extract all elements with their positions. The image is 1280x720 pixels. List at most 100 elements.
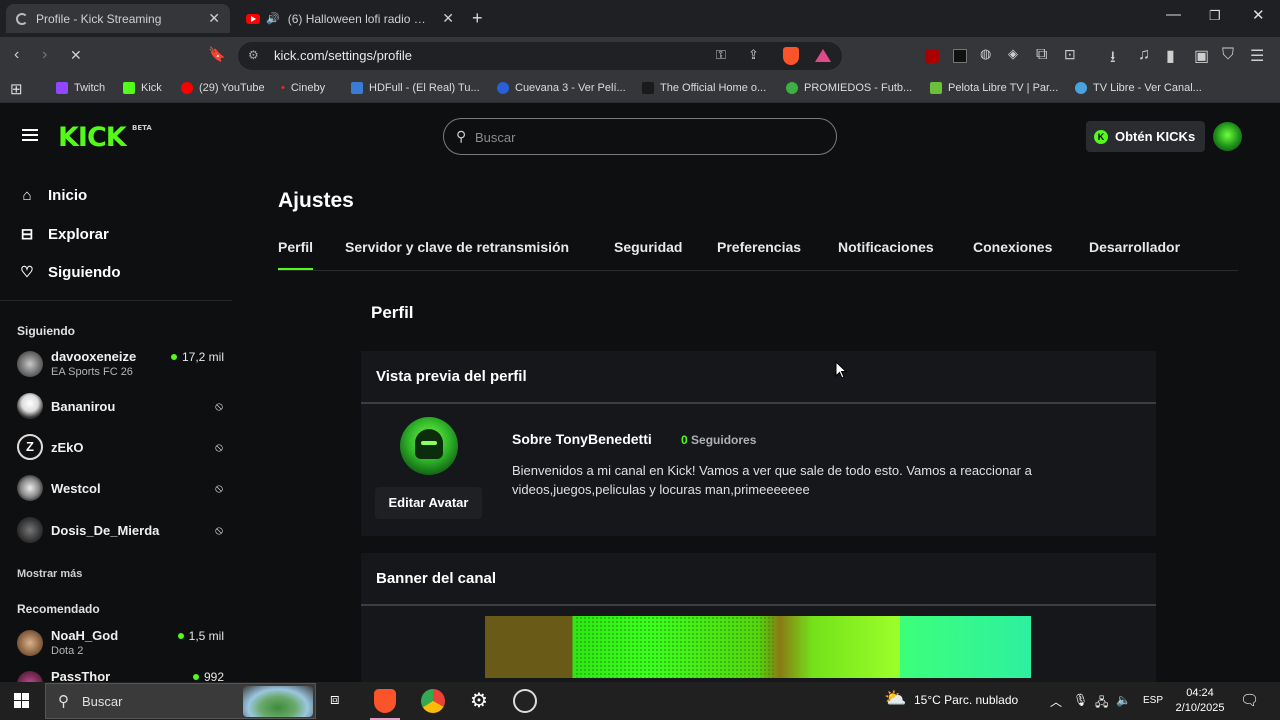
url-text[interactable]: kick.com/settings/profile [274,48,412,63]
tab-security[interactable]: Seguridad [614,239,682,255]
official-home-icon [642,82,654,94]
key-icon[interactable]: ⚿ [716,47,726,63]
sidebar-item-explorar[interactable]: ⊟ Explorar [18,225,109,244]
profile-preview-card: Vista previa del perfil Editar Avatar So… [361,351,1156,536]
viewer-count: 1,5 mil [177,629,224,643]
restore-icon[interactable]: ❐ [1209,8,1221,24]
bookmark-promiedos[interactable]: PROMIEDOS - Futb... [786,82,912,94]
bookmark-official-home[interactable]: The Official Home o... [642,82,766,94]
wallet-icon[interactable]: ▣ [1194,46,1209,66]
close-icon[interactable]: ✕ [208,10,220,27]
chevron-up-icon[interactable]: ︿ [1050,693,1062,710]
close-icon[interactable]: ✕ [442,10,454,27]
apps-icon[interactable]: ⊞ [10,80,23,98]
avatar[interactable] [1213,122,1242,151]
kick-page: KICK BETA ⚲ Buscar K Obtén KICKs ⌂ Inicio… [0,103,1280,697]
task-view-icon[interactable]: ⧈ [330,691,340,708]
hdfull-icon [351,82,363,94]
offline-icon: ⦸ [215,399,223,413]
tab-youtube-lofi[interactable]: 🔊 (6) Halloween lofi radio 🎃 - spo ✕ [240,4,460,33]
close-window-icon[interactable]: ✕ [1252,6,1265,24]
obs-icon[interactable] [513,689,537,713]
live-dot-icon [170,354,177,360]
settings-gear-icon[interactable]: ⚙ [467,689,491,713]
puzzle-icon[interactable]: ⧉ [1036,46,1047,64]
weather-icon[interactable]: ⛅ [884,688,906,709]
bookmark-tv-libre[interactable]: TV Libre - Ver Canal... [1075,82,1202,94]
chrome-icon[interactable] [421,689,445,713]
microphone-icon[interactable]: 🎙 [1073,693,1088,707]
bookmark-kick[interactable]: Kick [123,82,162,94]
download-icon[interactable]: ⭳ [1110,46,1116,73]
bookmark-pelota-libre[interactable]: Pelota Libre TV | Par... [930,82,1058,94]
extension-icon[interactable] [953,49,967,63]
bookmark-hdfull[interactable]: HDFull - (El Real) Tu... [351,82,480,94]
avatar [17,393,43,419]
bookmark-twitch[interactable]: Twitch [56,82,105,94]
new-tab-icon[interactable]: + [472,8,483,29]
sidebar-channel[interactable]: NoaH_God Dota 2 1,5 mil [17,626,227,662]
loading-spinner-icon [16,12,28,25]
browse-icon: ⊟ [20,226,34,243]
kick-logo[interactable]: KICK BETA [58,122,152,153]
vpn-shield-icon[interactable]: ⛉ [1222,46,1234,64]
volume-icon[interactable]: 🔈 [1116,693,1131,707]
minimize-icon[interactable]: — [1166,6,1181,23]
tab-stream-key[interactable]: Servidor y clave de retransmisión [345,239,569,255]
sidebar-channel[interactable]: Z zEkO ⦸ [17,430,227,466]
sidebar-channel[interactable]: Dosis_De_Mierda ⦸ [17,513,227,549]
extension-icon[interactable]: ◈ [1008,46,1018,62]
search-input[interactable]: ⚲ Buscar [443,118,837,155]
language-indicator[interactable]: ESP [1143,695,1163,706]
banner-image[interactable] [485,616,1031,678]
about-heading: Sobre TonyBenedetti [512,431,652,447]
pelota-libre-icon [930,82,942,94]
tab-notifications[interactable]: Notificaciones [838,239,934,255]
edit-avatar-button[interactable]: Editar Avatar [375,487,482,519]
sidebar-channel[interactable]: davooxeneize EA Sports FC 26 17,2 mil [17,347,227,383]
network-icon[interactable]: 🖧 [1095,693,1108,714]
hamburger-menu-icon[interactable] [22,129,38,141]
menu-icon[interactable]: ☰ [1250,46,1264,66]
windows-start-icon[interactable] [14,693,30,709]
brave-shields-icon[interactable] [783,47,799,65]
show-more-link[interactable]: Mostrar más [17,568,82,580]
weather-text[interactable]: 15°C Parc. nublado [914,693,1018,707]
music-icon[interactable]: ♫ [1138,46,1150,64]
forward-icon[interactable]: › [42,46,47,64]
ublock-icon[interactable] [925,49,939,63]
bookmark-icon[interactable]: 🔖 [208,46,225,63]
sidebar: ⌂ Inicio ⊟ Explorar ♡ Siguiendo Siguiend… [0,169,240,697]
extension-icon[interactable]: ◍ [980,46,991,62]
bookmark-cineby[interactable]: • Cineby [281,82,325,94]
get-kicks-button[interactable]: K Obtén KICKs [1086,121,1206,152]
taskbar-search-input[interactable]: ⚲ Buscar [45,683,316,719]
taskbar-clock[interactable]: 04:24 2/10/2025 [1168,686,1232,716]
sidebar-item-inicio[interactable]: ⌂ Inicio [18,187,87,204]
search-icon: ⚲ [58,693,69,710]
sidebar-item-siguiendo[interactable]: ♡ Siguiendo [18,263,120,282]
address-bar[interactable]: ⚙ kick.com/settings/profile ⚿ ⇪ [238,42,842,70]
share-icon[interactable]: ⇪ [748,47,759,63]
bookmark-youtube[interactable]: (29) YouTube [181,82,265,94]
tab-developer[interactable]: Desarrollador [1089,239,1180,255]
cuevana-icon [497,82,509,94]
youtube-icon [246,13,260,24]
tab-search-icon[interactable]: ⊡ [1064,46,1076,63]
tab-kick-profile[interactable]: Profile - Kick Streaming ✕ [6,4,230,33]
sidebar-channel[interactable]: Bananirou ⦸ [17,389,227,425]
sidebar-channel[interactable]: Westcol ⦸ [17,471,227,507]
stop-loading-icon[interactable]: ✕ [70,47,82,64]
offline-icon: ⦸ [215,523,223,537]
tab-preferences[interactable]: Preferencias [717,239,801,255]
brave-browser-icon[interactable] [370,689,400,720]
bookmark-cuevana[interactable]: Cuevana 3 - Ver Pelí... [497,82,626,94]
notifications-icon[interactable]: 🗨 [1240,691,1259,709]
back-icon[interactable]: ‹ [14,46,19,64]
speaker-icon[interactable]: 🔊 [266,12,280,25]
tab-perfil[interactable]: Perfil [278,239,314,270]
tab-connections[interactable]: Conexiones [973,239,1052,255]
sidebar-icon[interactable]: ▮ [1166,46,1175,66]
brave-rewards-icon[interactable] [815,49,831,62]
site-settings-icon[interactable]: ⚙ [248,48,259,62]
